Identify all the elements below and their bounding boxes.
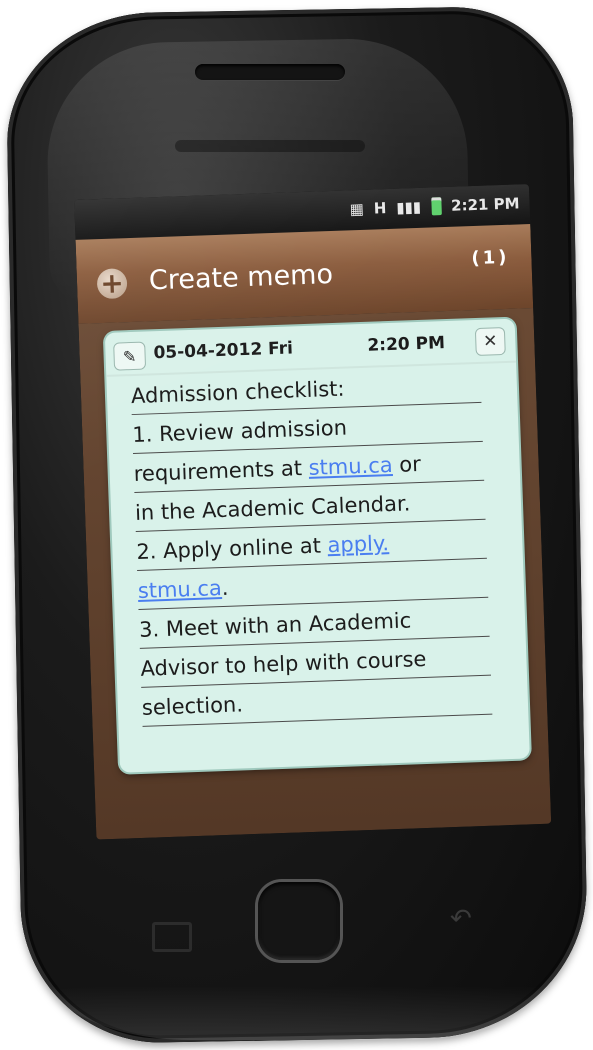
status-icons: ▦ H ▮▮▮ 2:21 PM <box>349 194 519 218</box>
home-button[interactable] <box>258 882 340 960</box>
memo-body: Admission checklist: 1. Review admission… <box>130 363 493 727</box>
memo-date: 05-04-2012 Fri <box>153 338 294 364</box>
memo-line-text: Advisor to help with course <box>140 646 427 681</box>
memo-line-text: requirements at <box>133 455 310 487</box>
plus-icon[interactable]: + <box>96 266 128 300</box>
phone-screen: ▦ H ▮▮▮ 2:21 PM + Create memo (1) ✎ 05-0… <box>74 184 552 840</box>
memo-line-text: selection. <box>141 692 244 720</box>
memo-line-text: 1. Review admission <box>131 415 348 448</box>
create-memo-button[interactable]: Create memo <box>148 259 333 296</box>
network-type: H <box>373 199 387 218</box>
back-arrow-icon[interactable]: ↶ <box>450 904 472 934</box>
apply-link[interactable]: apply. <box>327 531 389 557</box>
memo-line-text: 2. Apply online at <box>136 533 328 564</box>
stmu-link[interactable]: stmu.ca <box>308 453 393 480</box>
memo-card[interactable]: ✎ 05-04-2012 Fri 2:20 PM ✕ Admission che… <box>104 318 530 773</box>
memo-line-text: Admission checklist: <box>130 376 345 409</box>
close-icon[interactable]: ✕ <box>474 326 506 357</box>
menu-icon[interactable] <box>152 922 192 952</box>
vibrate-icon: ▦ <box>349 199 365 219</box>
memo-line-text: or <box>392 452 422 477</box>
app-title-bar: + Create memo (1) <box>75 224 534 324</box>
memo-line-text: 3. Meet with an Academic <box>138 608 412 642</box>
memo-time: 2:20 PM <box>367 333 446 356</box>
earpiece-speaker <box>195 64 345 80</box>
signal-icon: ▮▮▮ <box>396 197 422 217</box>
memo-line-text: . <box>221 575 229 601</box>
memo-line-text: in the Academic Calendar. <box>134 491 411 525</box>
memo-count: (1) <box>471 246 510 270</box>
apply-link-continued[interactable]: stmu.ca <box>137 576 222 603</box>
phone-bottom-reflection <box>30 950 570 1040</box>
battery-icon <box>430 197 442 216</box>
pencil-icon[interactable]: ✎ <box>113 341 147 371</box>
status-time: 2:21 PM <box>450 194 520 215</box>
speaker-reflection <box>175 140 365 152</box>
